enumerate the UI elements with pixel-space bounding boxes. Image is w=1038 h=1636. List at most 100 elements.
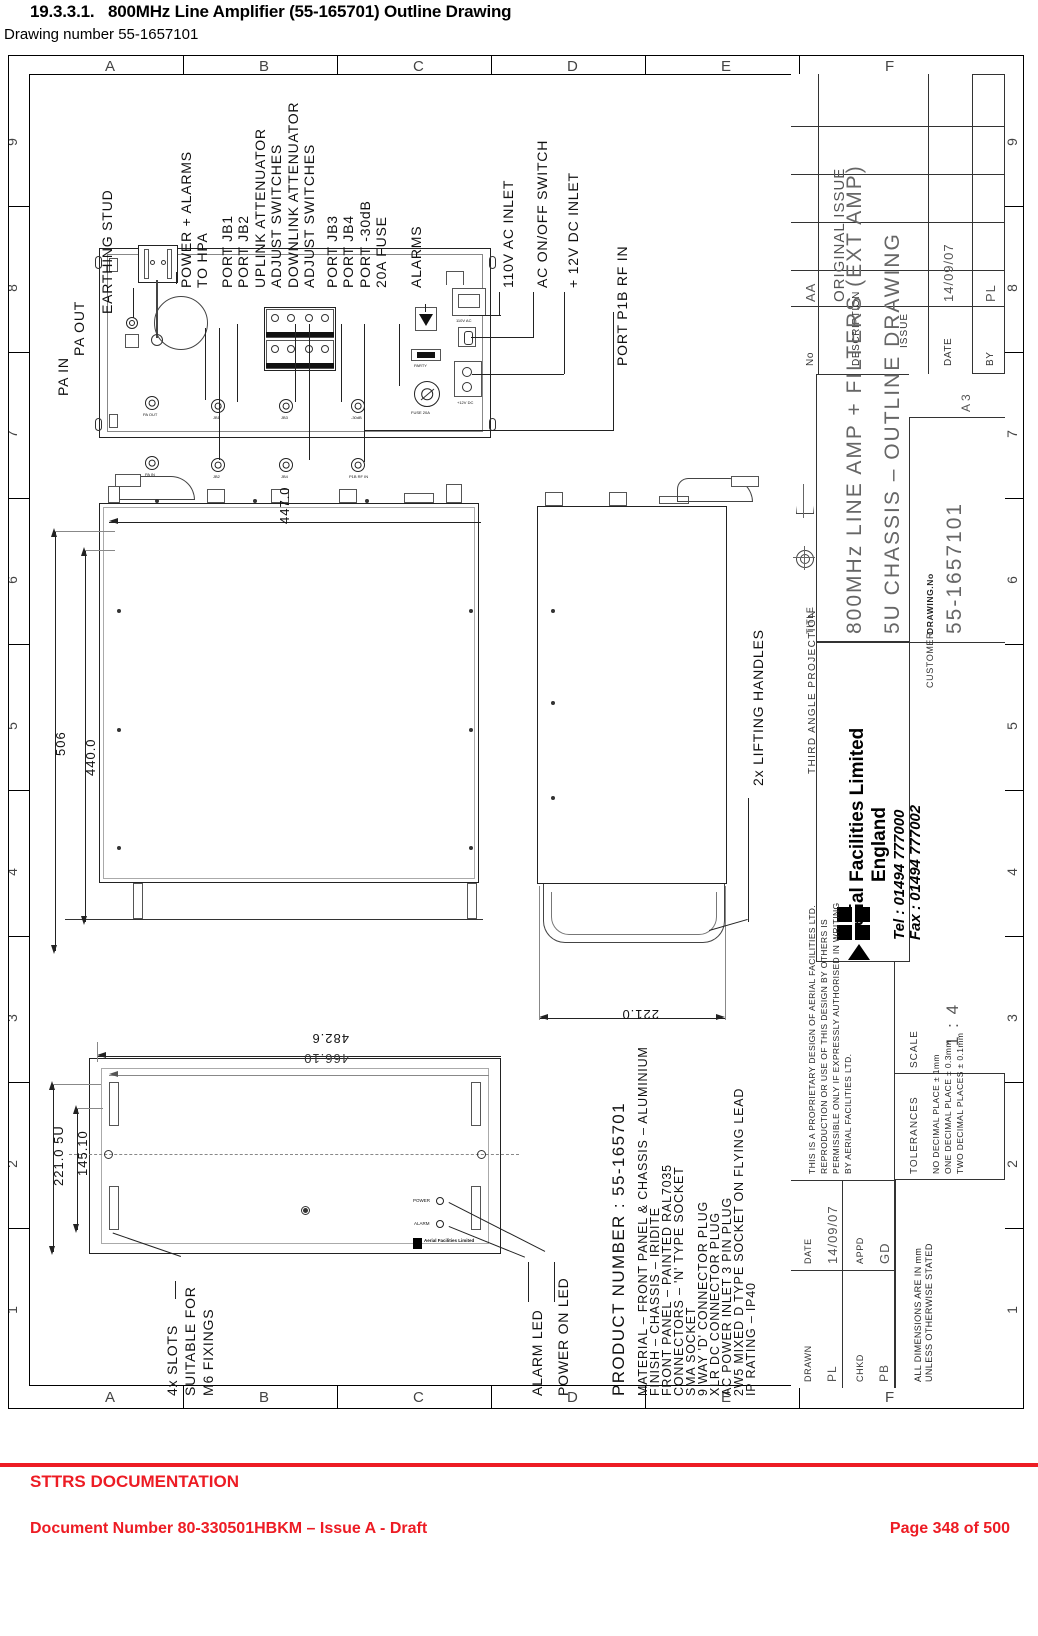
projection-cone-symbol bbox=[791, 484, 817, 518]
dimension-221-side: 221.0 bbox=[621, 1007, 659, 1022]
callout-uplink-adjust-switches: ADJUST SWITCHES bbox=[268, 144, 284, 288]
callout-20a-fuse: 20A FUSE bbox=[373, 216, 389, 288]
company-tel: Tel : 01494 777000 bbox=[891, 809, 908, 940]
zone-number-7-left: 7 bbox=[9, 430, 20, 438]
zone-letter-c-bottom: C bbox=[413, 1389, 425, 1406]
callout-12v-dc-inlet: + 12V DC INLET bbox=[565, 172, 581, 288]
zone-number-2-right: 2 bbox=[1003, 1160, 1020, 1168]
zone-number-5-right: 5 bbox=[1003, 722, 1020, 730]
panel-bracket bbox=[446, 271, 464, 285]
zone-number-6-right: 6 bbox=[1003, 576, 1020, 584]
dc-inlet-label: +12V DC bbox=[457, 400, 474, 405]
zone-letter-f-bottom: F bbox=[885, 1389, 896, 1406]
callout-downlink-adjust-switches: ADJUST SWITCHES bbox=[301, 144, 317, 288]
footer-page-number: Page 348 of 500 bbox=[889, 1520, 1010, 1537]
section-number: 19.3.3.1. bbox=[30, 2, 95, 21]
callout-port-30db: PORT -30dB bbox=[357, 200, 373, 288]
units-note-line-2: UNLESS OTHERWISE STATED bbox=[924, 1243, 934, 1382]
scale-label: SCALE bbox=[909, 1030, 920, 1068]
connector-label-pa-out: PA OUT bbox=[143, 412, 158, 417]
zone-number-1-left: 1 bbox=[9, 1306, 20, 1314]
panel-logo-text: Aerial Facilities Limited bbox=[424, 1238, 475, 1243]
tolerances-label: TOLERANCES bbox=[909, 1096, 920, 1174]
appd-label: APPD bbox=[855, 1237, 865, 1264]
title-line-2: 5U CHASSIS – OUTLINE DRAWING bbox=[881, 232, 904, 634]
title-block: No DESCRIPTION DATE BY AA ORIGINAL ISSUE… bbox=[791, 74, 1005, 1388]
dimension-506: 506 bbox=[53, 731, 68, 756]
issue-row-by: PL bbox=[983, 284, 998, 302]
slot-m6-fixing bbox=[471, 1186, 481, 1230]
issue-col-no: No bbox=[805, 352, 816, 366]
zone-number-3-right: 3 bbox=[1003, 1014, 1020, 1022]
date-value: 14/09/07 bbox=[825, 1205, 840, 1264]
tolerance-line-2: ONE DECIMAL PLACE ± 0.3mm bbox=[943, 1040, 953, 1174]
callout-m6-fixings: M6 FIXINGS bbox=[200, 1308, 216, 1396]
panel-ear-slot bbox=[95, 418, 102, 431]
date-label: DATE bbox=[803, 1238, 813, 1264]
zone-letter-d-top: D bbox=[567, 58, 579, 75]
callout-alarm-led: ALARM LED bbox=[529, 1309, 545, 1396]
spec-product-number: PRODUCT NUMBER : 55-165701 bbox=[609, 1101, 628, 1396]
chkd-value: PB bbox=[877, 1363, 891, 1382]
units-note-cell bbox=[895, 1180, 1005, 1388]
zone-number-4-left: 4 bbox=[9, 868, 20, 876]
callout-uplink-attenuator: UPLINK ATTENUATOR bbox=[252, 128, 268, 288]
callout-alarms: ALARMS bbox=[408, 225, 424, 288]
zone-number-4-right: 4 bbox=[1003, 868, 1020, 876]
callout-110v-ac-inlet: 110V AC INLET bbox=[500, 179, 516, 288]
projection-label: THIRD ANGLE PROJECTION bbox=[807, 609, 818, 774]
proprietary-line-2: REPRODUCTION OR USE OF THIS DESIGN BY OT… bbox=[819, 918, 829, 1174]
callout-to-hpa: TO HPA bbox=[194, 232, 210, 288]
tolerance-line-1: NO DECIMAL PLACE ± 1mm bbox=[931, 1054, 941, 1174]
dimension-221-5u: 221.0 5U bbox=[51, 1125, 66, 1186]
company-country: England bbox=[869, 807, 890, 882]
connector-jb3 bbox=[279, 399, 293, 413]
connector-label-p1b: P1B RF IN bbox=[349, 474, 369, 479]
proprietary-line-4: BY AERIAL FACILITIES LTD. bbox=[843, 1053, 853, 1174]
callout-port-jb4: PORT JB4 bbox=[340, 215, 356, 288]
zone-number-7-right: 7 bbox=[1003, 430, 1020, 438]
appd-value: GD bbox=[877, 1242, 892, 1265]
callout-pa-in: PA IN bbox=[55, 357, 71, 396]
customer-label: CUSTOMER bbox=[925, 631, 935, 688]
callout-ac-on-off-switch: AC ON/OFF SWITCH bbox=[534, 139, 550, 288]
slot-m6-fixing bbox=[471, 1082, 481, 1126]
connector-pa-out bbox=[145, 396, 159, 410]
dimension-482-6: 482.6 bbox=[311, 1031, 349, 1046]
dimension-145-10: 145.10 bbox=[75, 1130, 90, 1176]
drawing-no-label: DRAWING.No bbox=[925, 573, 935, 634]
earthing-stud bbox=[126, 317, 138, 329]
sheet-size-cell bbox=[909, 374, 1005, 418]
led-label-power: POWER bbox=[413, 1198, 431, 1203]
connector-port-30db bbox=[351, 399, 365, 413]
callout-lifting-handles: 2x LIFTING HANDLES bbox=[750, 629, 766, 786]
plan-fitting bbox=[339, 489, 357, 503]
drawn-value: PL bbox=[825, 1365, 839, 1382]
dimension-466-10: 466.10 bbox=[303, 1051, 349, 1066]
callout-port-jb1: PORT JB1 bbox=[219, 215, 235, 288]
connector-label-30db: -30dB bbox=[351, 415, 362, 420]
third-angle-projection-symbol bbox=[793, 546, 815, 570]
callout-power-on-led: POWER ON LED bbox=[555, 1277, 571, 1396]
issue-row-no: AA bbox=[803, 282, 818, 302]
plan-fitting bbox=[446, 484, 462, 503]
callout-earthing-stud: EARTHING STUD bbox=[99, 189, 115, 315]
afl-logo-icon bbox=[837, 904, 881, 960]
zone-letter-a-bottom: A bbox=[105, 1389, 117, 1406]
slot-m6-fixing bbox=[109, 1082, 119, 1126]
zone-letter-e-top: E bbox=[721, 58, 733, 75]
callout-port-jb2: PORT JB2 bbox=[235, 215, 251, 288]
slot-m6-fixing bbox=[109, 1186, 119, 1230]
callout-suitable-for: SUITABLE FOR bbox=[182, 1286, 198, 1396]
footer-document-number: Document Number 80-330501HBKM – Issue A … bbox=[30, 1520, 428, 1537]
zone-number-9-left: 9 bbox=[9, 138, 20, 146]
issue-row-date: 14/09/07 bbox=[941, 243, 956, 302]
panel-logo: Aerial Facilities Limited bbox=[413, 1238, 474, 1250]
connector-label-jb3: JB3 bbox=[281, 415, 288, 420]
dimension-447: 447.0 bbox=[277, 486, 292, 524]
drawing-no-value: 55-1657101 bbox=[943, 501, 966, 634]
callout-port-p1b-rf-in: PORT P1B RF IN bbox=[614, 245, 630, 366]
zone-number-6-left: 6 bbox=[9, 576, 20, 584]
alarm-led bbox=[436, 1220, 444, 1228]
proprietary-line-3: PERMISSIBLE ONLY IF EXPRESSLY AUTHORISED… bbox=[831, 902, 841, 1174]
